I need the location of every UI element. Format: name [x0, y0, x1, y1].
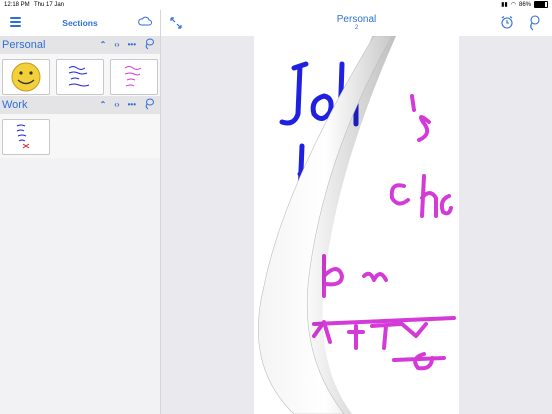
battery-icon	[534, 1, 548, 8]
more-icon[interactable]: •••	[128, 100, 136, 109]
status-bar: 12:18 PM Thu 17 Jan ▮▮ ◠ 86%	[0, 0, 552, 10]
section-name: Work	[2, 99, 28, 111]
status-indicators: ▮▮ ◠ 86%	[501, 1, 548, 8]
note-title: Personal	[336, 14, 377, 25]
page-curl	[258, 36, 396, 414]
note-view: Personal 2	[161, 10, 552, 414]
code-icon[interactable]: ‹›	[114, 100, 119, 109]
note-page[interactable]	[254, 36, 459, 414]
sidebar: Sections Personal ⌃ ‹› ••• Work ⌃ ‹› •••	[0, 10, 161, 414]
section-header-work[interactable]: Work ⌃ ‹› •••	[0, 96, 160, 114]
note-thumbnail[interactable]	[2, 59, 50, 95]
note-header: Personal 2	[161, 10, 552, 36]
lasso-icon[interactable]	[528, 15, 540, 31]
section-header-personal[interactable]: Personal ⌃ ‹› •••	[0, 36, 160, 54]
signal-icon: ▮▮	[501, 2, 508, 8]
section-name: Personal	[2, 39, 46, 51]
note-thumbnail[interactable]	[2, 119, 50, 155]
battery-percent: 86%	[518, 1, 531, 8]
status-date: Thu 17 Jan	[34, 2, 65, 8]
alarm-icon[interactable]	[500, 15, 514, 29]
section-thumbnails-work	[0, 114, 160, 158]
lasso-icon[interactable]	[144, 98, 154, 110]
note-thumbnail[interactable]	[56, 59, 104, 95]
wifi-icon: ◠	[510, 2, 516, 8]
more-icon[interactable]: •••	[128, 40, 136, 49]
sidebar-empty-area	[0, 158, 160, 414]
sidebar-header: Sections	[0, 10, 160, 36]
chevron-up-icon[interactable]: ⌃	[100, 40, 107, 49]
chevron-up-icon[interactable]: ⌃	[100, 100, 107, 109]
status-time: 12:18 PM	[4, 2, 30, 8]
page-number: 2	[354, 25, 359, 31]
cloud-icon[interactable]	[138, 16, 152, 26]
note-thumbnail[interactable]	[110, 59, 158, 95]
sidebar-title: Sections	[62, 18, 98, 28]
code-icon[interactable]: ‹›	[114, 40, 119, 49]
lasso-icon[interactable]	[144, 38, 154, 50]
section-thumbnails-personal	[0, 54, 160, 96]
